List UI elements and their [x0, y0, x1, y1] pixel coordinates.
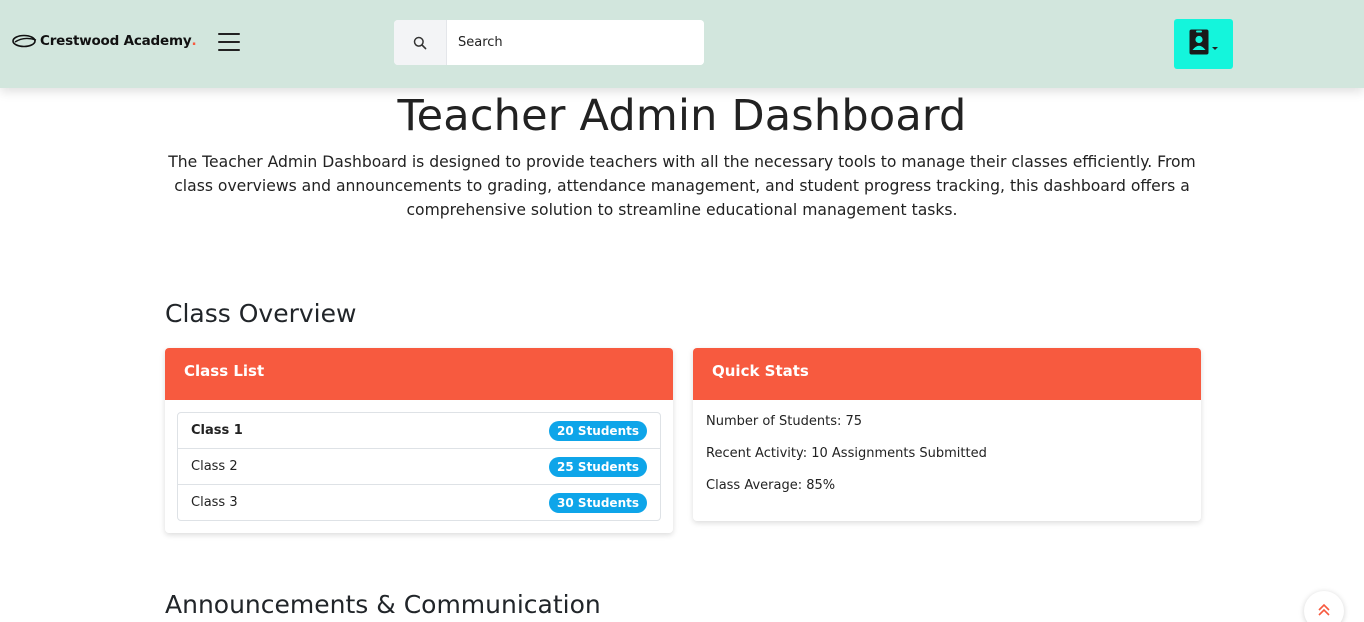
- class-name: Class 3: [191, 495, 238, 510]
- chevron-down-icon: [1212, 46, 1218, 50]
- student-count-badge: 30 Students: [549, 492, 647, 513]
- stat-class-average: Class Average: 85%: [706, 478, 836, 493]
- quick-stats-card: Quick Stats Number of Students: 75 Recen…: [693, 348, 1201, 521]
- brand-logo[interactable]: Crestwood Academy.: [12, 33, 197, 49]
- double-chevron-up-icon: [1317, 602, 1331, 621]
- section-title-announcements: Announcements & Communication: [165, 590, 601, 619]
- list-item[interactable]: Class 1 20 Students: [178, 413, 660, 448]
- stat-number-of-students: Number of Students: 75: [706, 414, 863, 429]
- top-navbar: Crestwood Academy.: [0, 0, 1364, 88]
- page-description: The Teacher Admin Dashboard is designed …: [168, 153, 1196, 219]
- hamburger-menu-icon[interactable]: [218, 33, 240, 53]
- card-header: Quick Stats: [693, 348, 1201, 400]
- section-title-class-overview: Class Overview: [165, 299, 357, 328]
- student-count-badge: 25 Students: [549, 456, 647, 477]
- search-bar: [394, 20, 704, 65]
- page-title: Teacher Admin Dashboard: [397, 91, 967, 141]
- class-list-card: Class List Class 1 20 Students Class 2 2…: [165, 348, 673, 533]
- class-name: Class 1: [191, 423, 243, 438]
- search-input[interactable]: [447, 20, 704, 65]
- class-name: Class 2: [191, 459, 238, 474]
- student-count-badge: 20 Students: [549, 420, 647, 441]
- class-list: Class 1 20 Students Class 2 25 Students …: [177, 412, 661, 521]
- scroll-to-top-button[interactable]: [1304, 591, 1344, 622]
- stats-list: Number of Students: 75 Recent Activity: …: [706, 414, 987, 510]
- card-header: Class List: [165, 348, 673, 400]
- list-item[interactable]: Class 3 30 Students: [178, 484, 660, 520]
- stat-recent-activity: Recent Activity: 10 Assignments Submitte…: [706, 446, 987, 461]
- logo-swoosh-icon: [12, 33, 38, 49]
- brand-dot: .: [191, 33, 197, 49]
- profile-dropdown-button[interactable]: [1174, 19, 1233, 69]
- brand-name: Crestwood Academy: [40, 33, 192, 49]
- search-icon[interactable]: [394, 20, 447, 65]
- list-item[interactable]: Class 2 25 Students: [178, 448, 660, 484]
- user-contact-icon: [1189, 29, 1209, 59]
